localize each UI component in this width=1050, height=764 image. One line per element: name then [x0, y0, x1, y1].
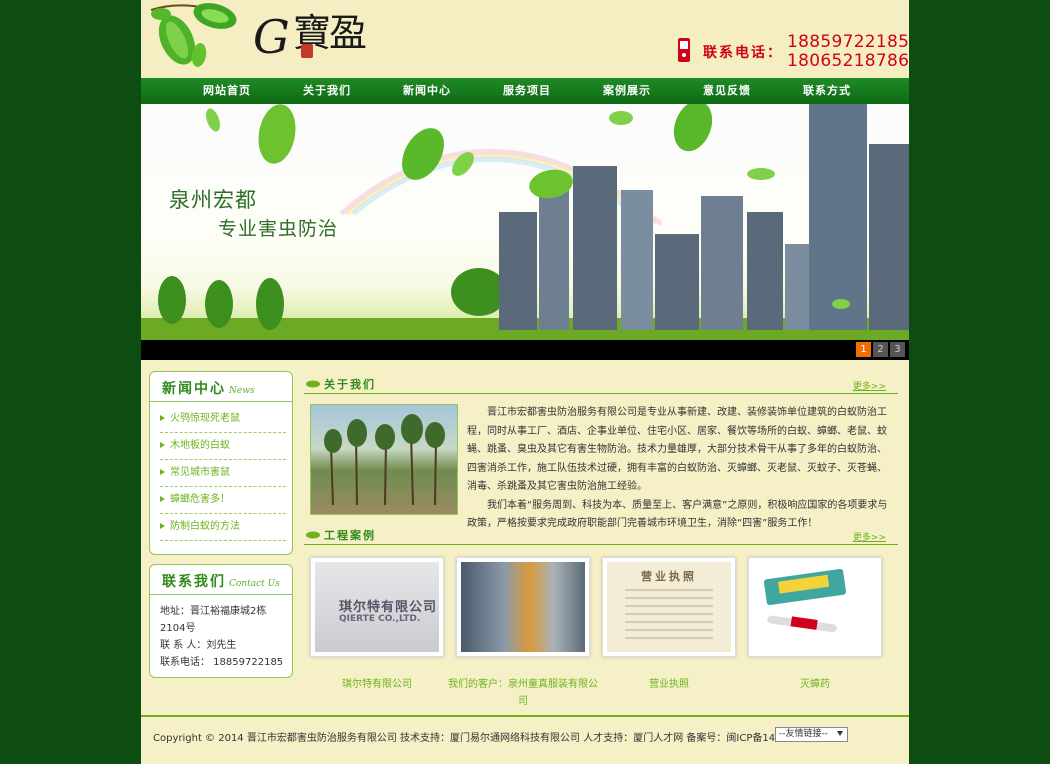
banner-page-1[interactable]: 1: [856, 342, 871, 357]
site-footer: Copyright © 2014 晋江市宏都害虫防治服务有限公司 技术支持：厦门…: [141, 715, 909, 764]
news-box-title: 新闻中心 News: [150, 372, 292, 402]
arrow-icon: [160, 523, 165, 529]
chevron-down-icon: [837, 731, 843, 736]
case-card-4[interactable]: [748, 557, 882, 657]
case-card-2[interactable]: [456, 557, 590, 657]
cases-more-link[interactable]: 更多>>: [853, 530, 886, 543]
arrow-icon: [160, 442, 165, 448]
site-header: G 寶盈 联系电话： 18859722185 18065218786: [141, 0, 909, 78]
case-caption-2[interactable]: 我们的客户：泉州童真服装有限公司: [448, 676, 598, 710]
about-paragraph-1: 晋江市宏都害虫防治服务有限公司是专业从事新建、改建、装修装饰单位建筑的白蚁防治工…: [467, 407, 887, 492]
news-box: 新闻中心 News 火鸮惊现死老鼠 木地板的白蚁 常见城市害鼠 蟑螂危害多！ 防制…: [149, 371, 293, 555]
nav-cases[interactable]: 案例展示: [577, 78, 677, 104]
news-item[interactable]: 防制白蚁的方法: [160, 514, 286, 541]
news-item[interactable]: 火鸮惊现死老鼠: [160, 406, 286, 433]
news-item[interactable]: 木地板的白蚁: [160, 433, 286, 460]
about-text: 晋江市宏都害虫防治服务有限公司是专业从事新建、改建、装修装饰单位建筑的白蚁防治工…: [467, 404, 895, 534]
arrow-icon: [160, 469, 165, 475]
logo-seal-icon: [301, 44, 313, 58]
arrow-icon: [160, 496, 165, 502]
logo-letter: G: [253, 10, 290, 64]
cases-title: 工程案例: [324, 529, 376, 542]
banner-pager: 1 2 3: [141, 340, 909, 360]
nav-contact[interactable]: 联系方式: [777, 78, 877, 104]
about-title: 关于我们: [324, 378, 376, 391]
footer-copyright: Copyright © 2014 晋江市宏都害虫防治服务有限公司 技术支持：厦门…: [153, 733, 834, 744]
banner-page-3[interactable]: 3: [890, 342, 905, 357]
news-list: 火鸮惊现死老鼠 木地板的白蚁 常见城市害鼠 蟑螂危害多！ 防制白蚁的方法: [150, 402, 292, 541]
contact-box-title: 联系我们 Contact Us: [150, 565, 292, 595]
case-sign-text: 琪尔特有限公司: [339, 600, 438, 615]
page-container: G 寶盈 联系电话： 18859722185 18065218786 网站首页 …: [141, 0, 909, 764]
phone-number-2: 18065218786: [787, 51, 909, 71]
case-sign-en: QIERTE CO.,LTD.: [339, 614, 421, 624]
contact-phone-numbers: 18859722185 18065218786: [787, 33, 909, 71]
about-more-link[interactable]: 更多>>: [853, 379, 886, 392]
phone-number-1: 18859722185: [787, 32, 909, 52]
contact-title: 联系我们: [162, 574, 226, 590]
cases-section-header: 工程案例 更多>>: [304, 525, 898, 545]
contact-person: 联 系 人：刘先生: [160, 640, 237, 651]
case-caption-3[interactable]: 营业执照: [594, 676, 744, 693]
contact-details: 地址：晋江裕福康城2栋2104号 联 系 人：刘先生 联系电话： 1885972…: [150, 595, 292, 671]
contact-phone: 联系电话： 18859722185: [160, 657, 284, 668]
nav-services[interactable]: 服务项目: [477, 78, 577, 104]
nav-home[interactable]: 网站首页: [177, 78, 277, 104]
arrow-icon: [160, 415, 165, 421]
hero-banner[interactable]: 泉州宏都 专业害虫防治: [141, 104, 909, 340]
contact-title-en: Contact Us: [229, 579, 280, 589]
case-card-1[interactable]: 琪尔特有限公司 QIERTE CO.,LTD.: [310, 557, 444, 657]
contact-address: 地址：晋江裕福康城2栋2104号: [160, 606, 267, 634]
news-title-en: News: [229, 386, 255, 396]
case-caption-4[interactable]: 灭蟑药: [740, 676, 890, 693]
about-section-header: 关于我们 更多>>: [304, 374, 898, 394]
news-item[interactable]: 蟑螂危害多！: [160, 487, 286, 514]
nav-feedback[interactable]: 意见反馈: [677, 78, 777, 104]
contact-phone-label: 联系电话：: [703, 45, 783, 61]
contact-box: 联系我们 Contact Us 地址：晋江裕福康城2栋2104号 联 系 人：刘先…: [149, 564, 293, 678]
mobile-phone-icon: [678, 38, 690, 62]
nav-about[interactable]: 关于我们: [277, 78, 377, 104]
leaf-icon: [306, 380, 320, 388]
friend-links-select[interactable]: --友情链接--: [775, 727, 848, 742]
green-leaves-logo-icon: [150, 3, 237, 67]
case-card-3[interactable]: 营业执照: [602, 557, 736, 657]
banner-page-2[interactable]: 2: [873, 342, 888, 357]
case-caption-1[interactable]: 琪尔特有限公司: [302, 676, 452, 693]
banner-slogan-2: 专业害虫防治: [218, 218, 339, 240]
nav-news[interactable]: 新闻中心: [377, 78, 477, 104]
news-item[interactable]: 常见城市害鼠: [160, 460, 286, 487]
leaf-icon: [306, 531, 320, 539]
news-title: 新闻中心: [162, 381, 226, 397]
banner-slogan-1: 泉州宏都: [169, 188, 257, 212]
main-nav: 网站首页 关于我们 新闻中心 服务项目 案例展示 意见反馈 联系方式: [141, 78, 909, 104]
about-photo: [310, 404, 458, 515]
